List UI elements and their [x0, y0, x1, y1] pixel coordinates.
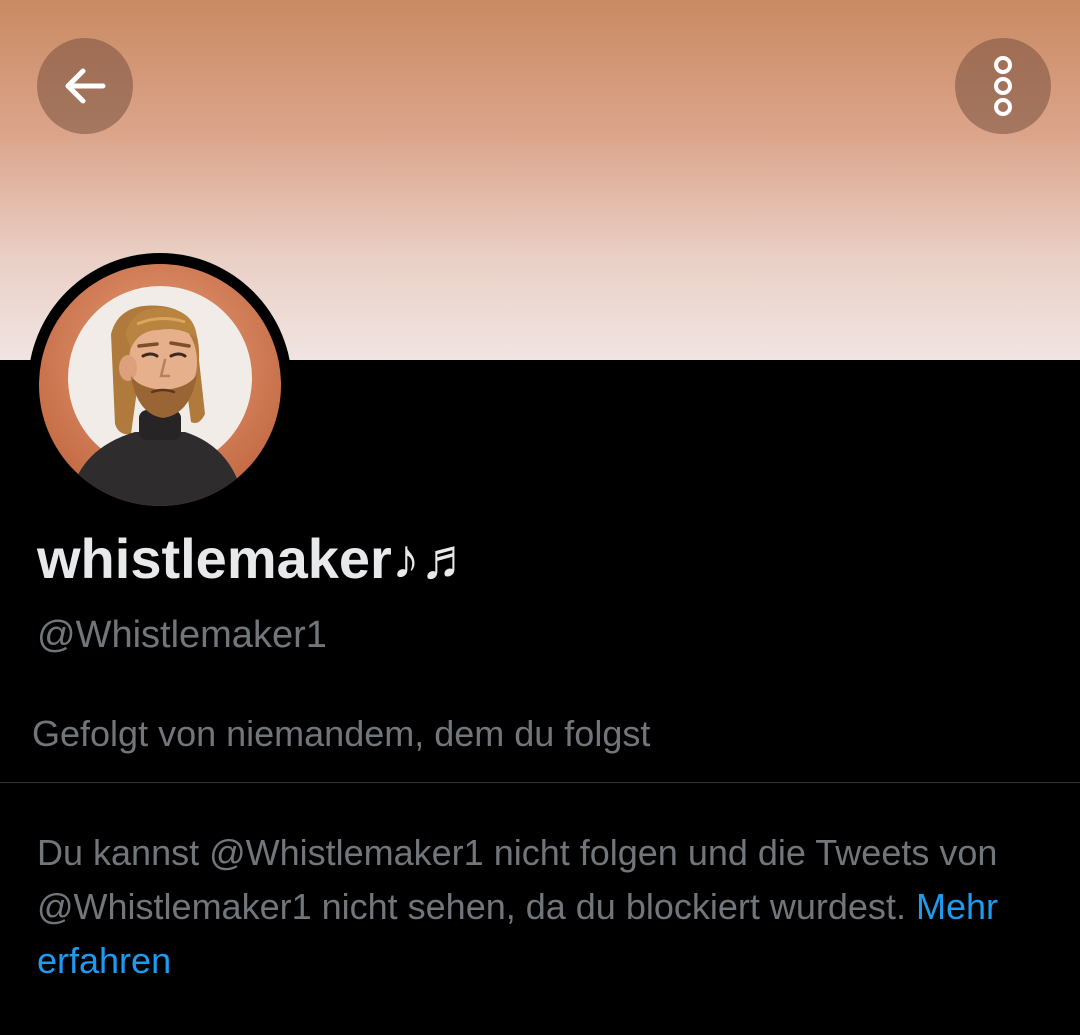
avatar-image: [39, 264, 281, 506]
blocked-notice-text: Du kannst @Whistlemaker1 nicht folgen un…: [37, 832, 998, 927]
profile-display-name: whistlemaker♪♬: [37, 527, 476, 590]
blocked-notice: Du kannst @Whistlemaker1 nicht folgen un…: [37, 826, 1037, 988]
more-options-button[interactable]: [955, 38, 1051, 134]
avatar[interactable]: [28, 253, 292, 517]
profile-handle: @Whistlemaker1: [37, 614, 327, 656]
arrow-left-icon: [65, 68, 106, 104]
back-button[interactable]: [37, 38, 133, 134]
divider: [0, 782, 1080, 783]
more-options-icon: [994, 56, 1012, 116]
followed-by-text: Gefolgt von niemandem, dem du folgst: [32, 713, 651, 754]
